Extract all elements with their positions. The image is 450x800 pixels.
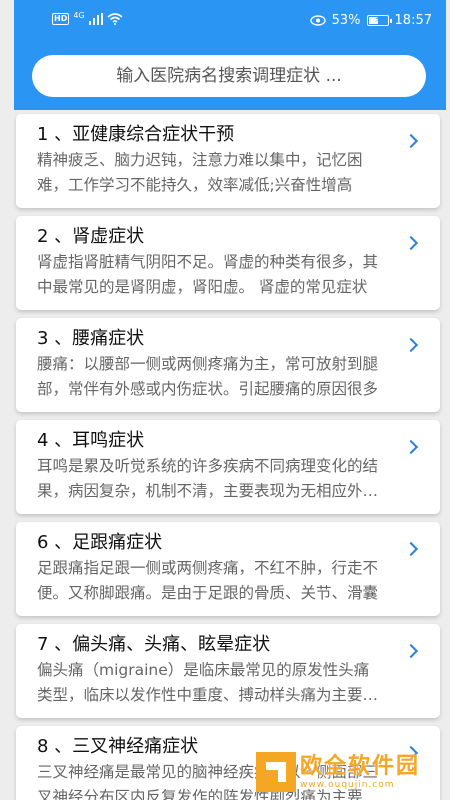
chevron-right-icon [403,643,419,659]
item-description: 肾虚指肾脏精气阴阳不足。肾虚的种类有很多，其中最常见的是肾阴虚，肾阳虚。 肾虚的… [37,253,379,296]
list-item[interactable]: 2 、肾虚症状肾虚指肾脏精气阴阳不足。肾虚的种类有很多，其中最常见的是肾阴虚，肾… [16,216,440,310]
item-description: 足跟痛指足跟一侧或两侧疼痛，不红不肿，行走不便。又称脚跟痛。是由于足跟的骨质、关… [37,559,379,602]
signal-icon [88,13,103,25]
charging-icon: ⚡ [374,15,381,25]
item-description: 耳鸣是累及听觉系统的许多疾病不同病理变化的结果，病因复杂，机制不清，主要表现为无… [37,457,379,500]
item-description: 腰痛：以腰部一侧或两侧疼痛为主，常可放射到腿部，常伴有外感或内伤症状。引起腰痛的… [37,355,379,398]
status-bar: HD 4G 53% ⚡ 18:57 [14,0,446,44]
status-right: 53% ⚡ 18:57 [309,13,432,28]
search-input[interactable] [32,55,426,97]
item-title: 7 、偏头痛、头痛、眩晕症状 [37,634,271,655]
clock: 18:57 [394,13,432,28]
chevron-right-icon [403,133,419,149]
watermark-text: 欧全软件园 www.ouqujin.com [300,754,420,790]
chevron-right-icon [403,337,419,353]
battery-percent: 53% [331,13,361,28]
eye-icon [309,15,326,26]
watermark-logo-icon [256,752,296,792]
item-description: 偏头痛（migraine）是临床最常见的原发性头痛类型，临床以发作性中重度、搏动… [37,661,379,704]
watermark-title: 欧全软件园 [300,754,421,779]
wifi-icon [107,13,123,25]
item-title: 3 、腰痛症状 [37,328,145,349]
chevron-right-icon [403,235,419,251]
list-item[interactable]: 3 、腰痛症状腰痛：以腰部一侧或两侧疼痛为主，常可放射到腿部，常伴有外感或内伤症… [16,318,440,412]
item-description: 精神疲乏、脑力迟钝，注意力难以集中，记忆困难，工作学习不能持久，效率减低;兴奋性… [37,151,363,194]
list-item[interactable]: 4 、耳鸣症状耳鸣是累及听觉系统的许多疾病不同病理变化的结果，病因复杂，机制不清… [16,420,440,514]
status-left: HD 4G [52,11,123,25]
item-title: 6 、足跟痛症状 [37,532,163,553]
header: HD 4G 53% ⚡ 18:57 输入医院病名搜索调理症状 ... [14,0,446,110]
watermark-url: www.ouqujin.com [300,780,395,790]
item-title: 1 、亚健康综合症状干预 [37,124,235,145]
item-title: 4 、耳鸣症状 [37,430,145,451]
network-type: 4G [73,11,85,20]
list-item[interactable]: 7 、偏头痛、头痛、眩晕症状偏头痛（migraine）是临床最常见的原发性头痛类… [16,624,440,718]
item-title: 2 、肾虚症状 [37,226,145,247]
chevron-right-icon [403,439,419,455]
watermark: 欧全软件园 www.ouqujin.com [256,748,446,796]
list-item[interactable]: 6 、足跟痛症状足跟痛指足跟一侧或两侧疼痛，不红不肿，行走不便。又称脚跟痛。是由… [16,522,440,616]
battery-icon: ⚡ [366,15,392,26]
chevron-right-icon [403,541,419,557]
hd-badge: HD [52,13,70,25]
symptom-list: 1 、亚健康综合症状干预精神疲乏、脑力迟钝，注意力难以集中，记忆困难，工作学习不… [16,114,440,800]
list-item[interactable]: 1 、亚健康综合症状干预精神疲乏、脑力迟钝，注意力难以集中，记忆困难，工作学习不… [16,114,440,208]
